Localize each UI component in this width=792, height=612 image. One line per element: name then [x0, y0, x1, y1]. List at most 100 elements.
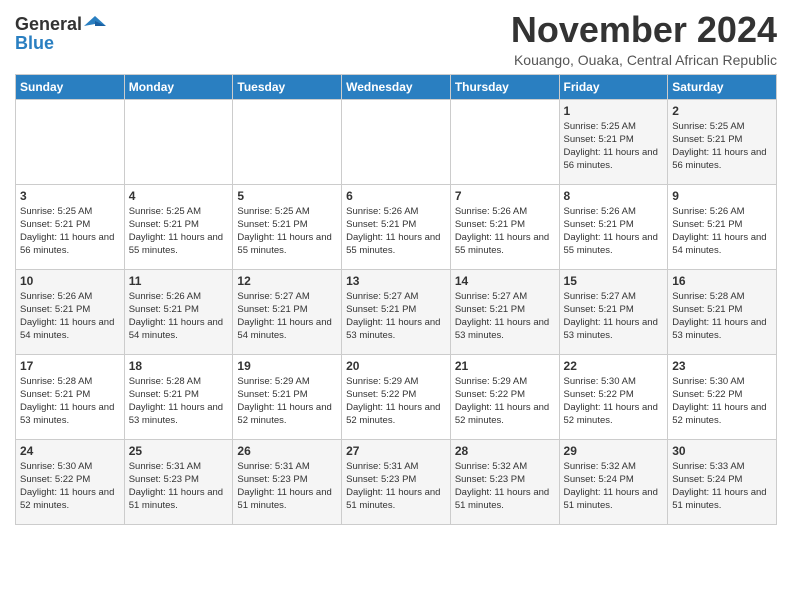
- day-number: 10: [20, 274, 120, 288]
- day-info: Sunrise: 5:29 AM Sunset: 5:22 PM Dayligh…: [346, 375, 446, 428]
- day-number: 19: [237, 359, 337, 373]
- day-info: Sunrise: 5:27 AM Sunset: 5:21 PM Dayligh…: [455, 290, 555, 343]
- day-number: 14: [455, 274, 555, 288]
- day-info: Sunrise: 5:31 AM Sunset: 5:23 PM Dayligh…: [237, 460, 337, 513]
- calendar-cell: 11Sunrise: 5:26 AM Sunset: 5:21 PM Dayli…: [124, 269, 233, 354]
- calendar-cell: [16, 99, 125, 184]
- calendar-cell: 15Sunrise: 5:27 AM Sunset: 5:21 PM Dayli…: [559, 269, 668, 354]
- day-number: 3: [20, 189, 120, 203]
- day-number: 2: [672, 104, 772, 118]
- calendar-cell: 5 Sunrise: 5:25 AM Sunset: 5:21 PM Daylig…: [233, 184, 342, 269]
- day-info: Sunrise: 5:26 AM Sunset: 5:21 PM Dayligh…: [564, 205, 664, 258]
- calendar-cell: 9Sunrise: 5:26 AM Sunset: 5:21 PM Daylig…: [668, 184, 777, 269]
- calendar-week-row: 17Sunrise: 5:28 AM Sunset: 5:21 PM Dayli…: [16, 354, 777, 439]
- calendar-cell: 28Sunrise: 5:32 AM Sunset: 5:23 PM Dayli…: [450, 439, 559, 524]
- calendar-cell: 30 Sunrise: 5:33 AM Sunset: 5:24 PM Dayli…: [668, 439, 777, 524]
- day-number: 1: [564, 104, 664, 118]
- day-number: 27: [346, 444, 446, 458]
- calendar-cell: [124, 99, 233, 184]
- day-info: Sunrise: 5:30 AM Sunset: 5:22 PM Dayligh…: [672, 375, 772, 428]
- day-info: Sunrise: 5:29 AM Sunset: 5:22 PM Dayligh…: [455, 375, 555, 428]
- day-number: 30: [672, 444, 772, 458]
- calendar: SundayMondayTuesdayWednesdayThursdayFrid…: [15, 74, 777, 525]
- day-info: Sunrise: 5:25 AM Sunset: 5:21 PM Dayligh…: [564, 120, 664, 173]
- calendar-cell: 8 Sunrise: 5:26 AM Sunset: 5:21 PM Daylig…: [559, 184, 668, 269]
- logo-general: General: [15, 14, 82, 35]
- day-info: Sunrise: 5:26 AM Sunset: 5:21 PM Dayligh…: [129, 290, 229, 343]
- day-info: Sunrise: 5:30 AM Sunset: 5:22 PM Dayligh…: [564, 375, 664, 428]
- calendar-cell: 16 Sunrise: 5:28 AM Sunset: 5:21 PM Dayli…: [668, 269, 777, 354]
- day-info: Sunrise: 5:25 AM Sunset: 5:21 PM Dayligh…: [129, 205, 229, 258]
- day-info: Sunrise: 5:33 AM Sunset: 5:24 PM Dayligh…: [672, 460, 772, 513]
- day-info: Sunrise: 5:29 AM Sunset: 5:21 PM Dayligh…: [237, 375, 337, 428]
- day-info: Sunrise: 5:27 AM Sunset: 5:21 PM Dayligh…: [346, 290, 446, 343]
- day-number: 21: [455, 359, 555, 373]
- calendar-cell: 18 Sunrise: 5:28 AM Sunset: 5:21 PM Dayli…: [124, 354, 233, 439]
- logo-text: General Blue: [15, 14, 106, 54]
- calendar-week-row: 1 Sunrise: 5:25 AM Sunset: 5:21 PM Daylig…: [16, 99, 777, 184]
- calendar-cell: 29Sunrise: 5:32 AM Sunset: 5:24 PM Dayli…: [559, 439, 668, 524]
- day-number: 6: [346, 189, 446, 203]
- day-number: 4: [129, 189, 229, 203]
- calendar-cell: 1 Sunrise: 5:25 AM Sunset: 5:21 PM Daylig…: [559, 99, 668, 184]
- logo-bird-icon: [84, 16, 106, 34]
- day-info: Sunrise: 5:30 AM Sunset: 5:22 PM Dayligh…: [20, 460, 120, 513]
- day-number: 16: [672, 274, 772, 288]
- calendar-cell: 24 Sunrise: 5:30 AM Sunset: 5:22 PM Dayli…: [16, 439, 125, 524]
- day-number: 26: [237, 444, 337, 458]
- subtitle: Kouango, Ouaka, Central African Republic: [511, 52, 777, 68]
- calendar-cell: 25 Sunrise: 5:31 AM Sunset: 5:23 PM Dayli…: [124, 439, 233, 524]
- day-number: 5: [237, 189, 337, 203]
- day-number: 8: [564, 189, 664, 203]
- calendar-cell: 26 Sunrise: 5:31 AM Sunset: 5:23 PM Dayli…: [233, 439, 342, 524]
- calendar-cell: [233, 99, 342, 184]
- calendar-header-cell: Friday: [559, 74, 668, 99]
- calendar-cell: 10 Sunrise: 5:26 AM Sunset: 5:21 PM Dayli…: [16, 269, 125, 354]
- month-title: November 2024: [511, 10, 777, 50]
- day-info: Sunrise: 5:31 AM Sunset: 5:23 PM Dayligh…: [129, 460, 229, 513]
- logo: General Blue: [15, 14, 106, 54]
- calendar-cell: 21 Sunrise: 5:29 AM Sunset: 5:22 PM Dayli…: [450, 354, 559, 439]
- day-info: Sunrise: 5:25 AM Sunset: 5:21 PM Dayligh…: [20, 205, 120, 258]
- day-info: Sunrise: 5:25 AM Sunset: 5:21 PM Dayligh…: [237, 205, 337, 258]
- day-info: Sunrise: 5:26 AM Sunset: 5:21 PM Dayligh…: [20, 290, 120, 343]
- calendar-cell: 3 Sunrise: 5:25 AM Sunset: 5:21 PM Daylig…: [16, 184, 125, 269]
- day-info: Sunrise: 5:26 AM Sunset: 5:21 PM Dayligh…: [346, 205, 446, 258]
- day-number: 24: [20, 444, 120, 458]
- day-number: 20: [346, 359, 446, 373]
- day-number: 28: [455, 444, 555, 458]
- day-info: Sunrise: 5:32 AM Sunset: 5:24 PM Dayligh…: [564, 460, 664, 513]
- day-number: 7: [455, 189, 555, 203]
- day-info: Sunrise: 5:26 AM Sunset: 5:21 PM Dayligh…: [455, 205, 555, 258]
- calendar-header-cell: Saturday: [668, 74, 777, 99]
- day-info: Sunrise: 5:28 AM Sunset: 5:21 PM Dayligh…: [20, 375, 120, 428]
- calendar-cell: 2 Sunrise: 5:25 AM Sunset: 5:21 PM Daylig…: [668, 99, 777, 184]
- calendar-header-row: SundayMondayTuesdayWednesdayThursdayFrid…: [16, 74, 777, 99]
- day-number: 25: [129, 444, 229, 458]
- day-info: Sunrise: 5:28 AM Sunset: 5:21 PM Dayligh…: [672, 290, 772, 343]
- day-number: 18: [129, 359, 229, 373]
- day-number: 15: [564, 274, 664, 288]
- day-number: 13: [346, 274, 446, 288]
- header: General Blue November 2024 Kouango, Ouak…: [15, 10, 777, 68]
- calendar-cell: 4 Sunrise: 5:25 AM Sunset: 5:21 PM Daylig…: [124, 184, 233, 269]
- calendar-cell: 23 Sunrise: 5:30 AM Sunset: 5:22 PM Dayli…: [668, 354, 777, 439]
- day-info: Sunrise: 5:28 AM Sunset: 5:21 PM Dayligh…: [129, 375, 229, 428]
- calendar-header-cell: Tuesday: [233, 74, 342, 99]
- calendar-header-cell: Sunday: [16, 74, 125, 99]
- calendar-week-row: 24 Sunrise: 5:30 AM Sunset: 5:22 PM Dayli…: [16, 439, 777, 524]
- day-info: Sunrise: 5:25 AM Sunset: 5:21 PM Dayligh…: [672, 120, 772, 173]
- calendar-cell: 27 Sunrise: 5:31 AM Sunset: 5:23 PM Dayli…: [342, 439, 451, 524]
- day-info: Sunrise: 5:31 AM Sunset: 5:23 PM Dayligh…: [346, 460, 446, 513]
- day-number: 23: [672, 359, 772, 373]
- calendar-body: 1 Sunrise: 5:25 AM Sunset: 5:21 PM Daylig…: [16, 99, 777, 524]
- title-area: November 2024 Kouango, Ouaka, Central Af…: [511, 10, 777, 68]
- logo-blue: Blue: [15, 33, 106, 54]
- calendar-header-cell: Monday: [124, 74, 233, 99]
- calendar-week-row: 10 Sunrise: 5:26 AM Sunset: 5:21 PM Dayli…: [16, 269, 777, 354]
- calendar-cell: [450, 99, 559, 184]
- calendar-header-cell: Thursday: [450, 74, 559, 99]
- day-number: 9: [672, 189, 772, 203]
- calendar-cell: 14 Sunrise: 5:27 AM Sunset: 5:21 PM Dayli…: [450, 269, 559, 354]
- calendar-cell: 13 Sunrise: 5:27 AM Sunset: 5:21 PM Dayli…: [342, 269, 451, 354]
